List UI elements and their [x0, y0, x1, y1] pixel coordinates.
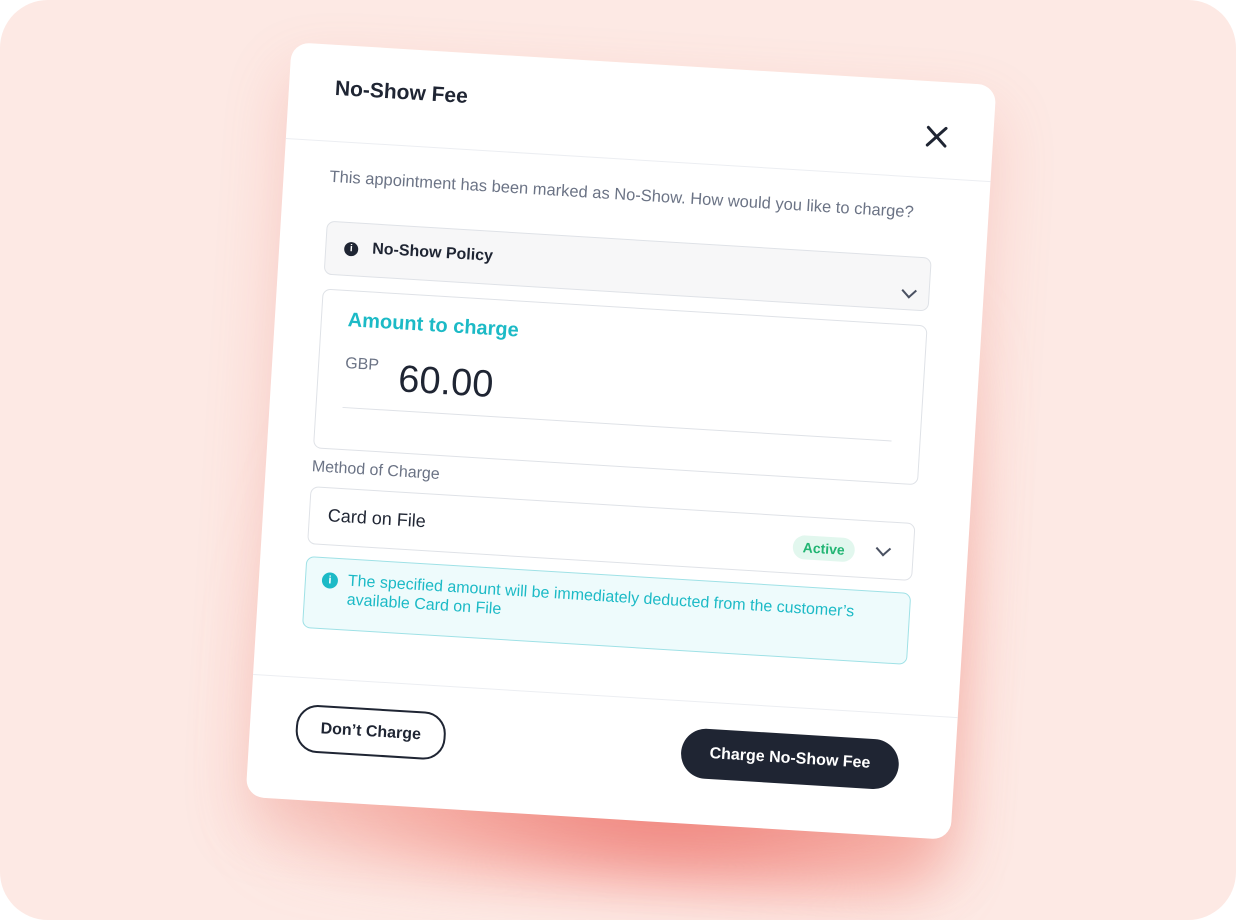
info-icon: i: [343, 241, 359, 257]
dont-charge-button[interactable]: Don’t Charge: [294, 703, 448, 761]
currency-label: GBP: [344, 355, 380, 375]
amount-input[interactable]: [397, 358, 700, 420]
method-selected-value: Card on File: [327, 505, 427, 532]
chevron-down-icon: [901, 283, 917, 299]
amount-card: Amount to charge GBP: [312, 288, 928, 486]
chevron-down-icon: [875, 540, 892, 557]
no-show-fee-modal: No-Show Fee This appointment has been ma…: [245, 42, 997, 840]
modal-title: No-Show Fee: [334, 76, 469, 108]
close-icon[interactable]: [922, 123, 950, 151]
status-badge: Active: [792, 534, 856, 563]
background-canvas: No-Show Fee This appointment has been ma…: [0, 0, 1236, 920]
intro-text: This appointment has been marked as No-S…: [329, 167, 915, 222]
method-label: Method of Charge: [311, 458, 441, 483]
notice-text: The specified amount will be immediately…: [346, 572, 855, 621]
amount-title: Amount to charge: [347, 309, 520, 342]
info-icon: i: [321, 572, 339, 589]
policy-label: No-Show Policy: [371, 240, 494, 265]
charge-no-show-fee-button[interactable]: Charge No-Show Fee: [679, 727, 901, 791]
modal-header: No-Show Fee: [285, 42, 997, 183]
